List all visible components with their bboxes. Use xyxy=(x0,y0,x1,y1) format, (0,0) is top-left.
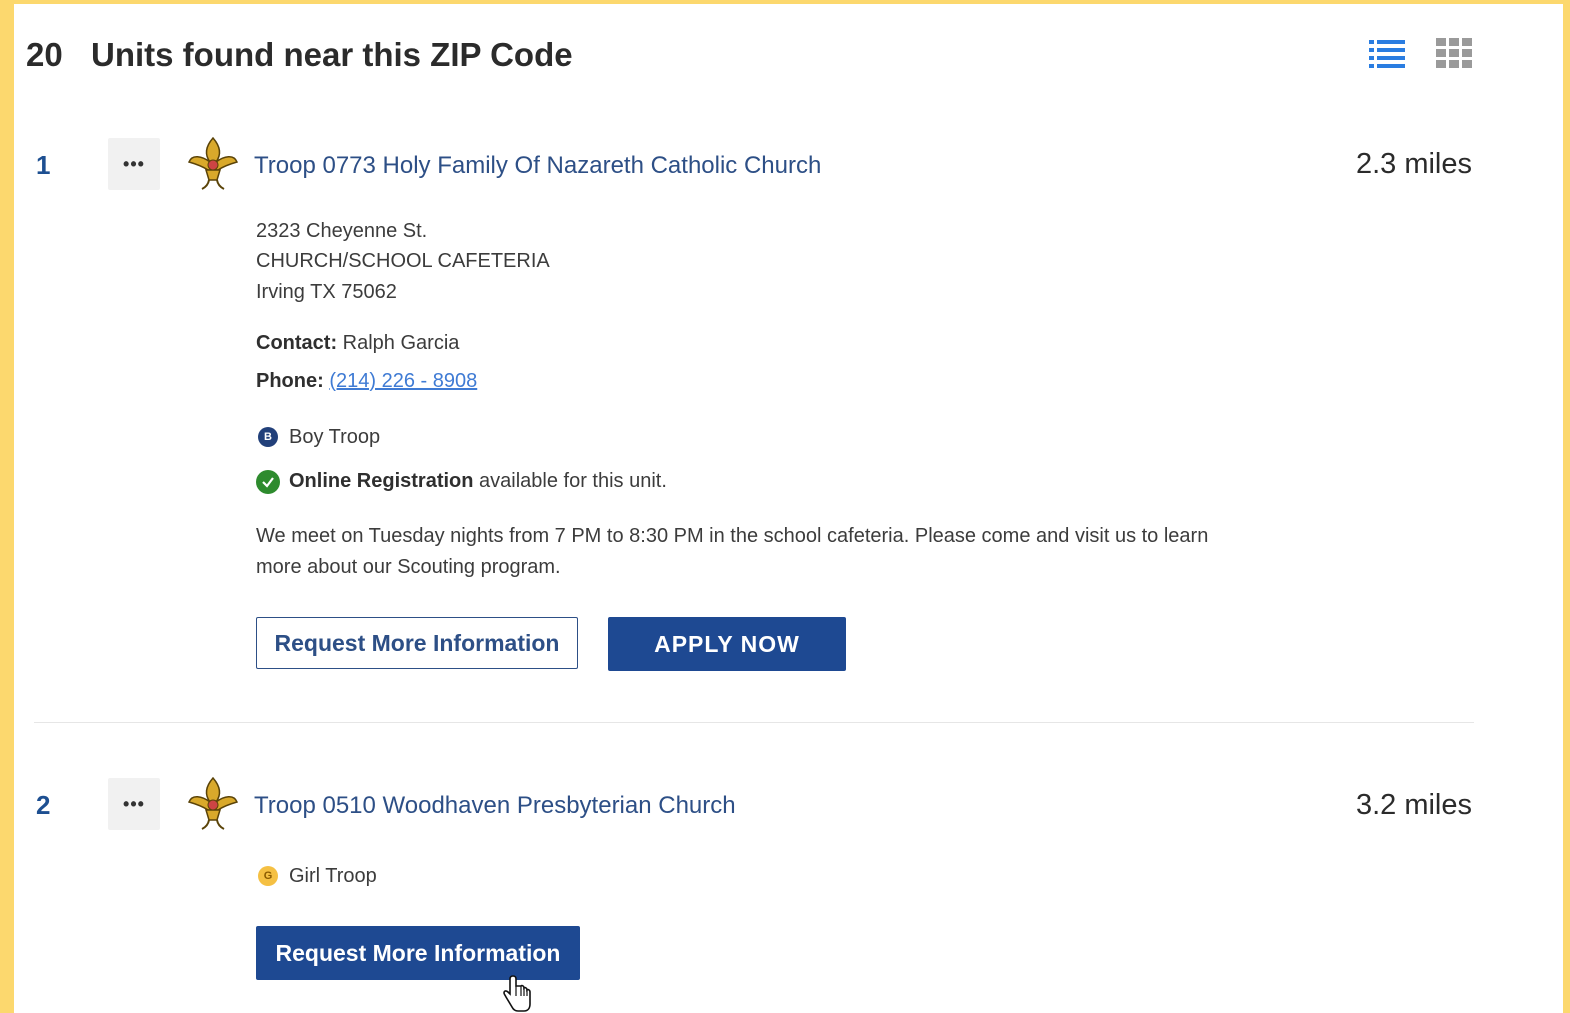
check-circle-icon xyxy=(256,470,280,494)
girl-troop-badge-icon: G xyxy=(258,866,278,886)
registration-row: Online Registration available for this u… xyxy=(289,470,667,493)
results-title: Units found near this ZIP Code xyxy=(91,36,573,73)
more-options-button[interactable]: ••• xyxy=(108,778,160,830)
request-info-button[interactable]: Request More Information xyxy=(256,617,578,669)
phone-link[interactable]: (214) 226 - 8908 xyxy=(329,370,477,392)
unit-type: Boy Troop xyxy=(289,426,381,448)
request-info-button[interactable]: Request More Information xyxy=(256,926,580,980)
unit-number: 2 xyxy=(36,790,51,820)
unit-distance: 3.2 miles xyxy=(1355,789,1472,821)
unit-name-link[interactable]: Troop 0773 Holy Family Of Nazareth Catho… xyxy=(254,152,821,180)
divider xyxy=(34,722,1474,723)
address-line-3: Irving TX 75062 xyxy=(256,281,397,303)
unit-name-link[interactable]: Troop 0510 Woodhaven Presbyterian Church xyxy=(254,792,736,820)
address-line-2: CHURCH/SCHOOL CAFETERIA xyxy=(256,250,550,272)
phone-row: Phone: (214) 226 - 8908 xyxy=(256,370,477,393)
unit-number: 1 xyxy=(36,150,51,180)
contact-name: Ralph Garcia xyxy=(342,332,460,354)
results-count: 20 xyxy=(26,36,63,73)
unit-description: We meet on Tuesday nights from 7 PM to 8… xyxy=(256,525,1209,578)
contact-label: Contact: xyxy=(256,332,338,354)
unit-type: Girl Troop xyxy=(289,865,377,887)
registration-rest: available for this unit. xyxy=(479,470,667,492)
grid-view-icon[interactable] xyxy=(1436,38,1476,72)
phone-label: Phone: xyxy=(256,370,324,392)
unit-distance: 2.3 miles xyxy=(1355,148,1472,180)
address-line-1: 2323 Cheyenne St. xyxy=(256,220,428,242)
hand-pointer-icon xyxy=(503,975,531,1012)
contact-row: Contact: Ralph Garcia xyxy=(256,332,459,355)
boy-troop-badge-icon: B xyxy=(258,427,278,447)
more-options-button[interactable]: ••• xyxy=(108,138,160,190)
fleur-de-lis-icon xyxy=(188,776,238,830)
results-panel: 20 Units found near this ZIP Code 1 ••• … xyxy=(14,4,1563,1013)
list-view-icon[interactable] xyxy=(1369,38,1409,72)
fleur-de-lis-icon xyxy=(188,136,238,190)
apply-now-button[interactable]: APPLY NOW xyxy=(608,617,846,671)
registration-bold: Online Registration xyxy=(289,470,474,492)
